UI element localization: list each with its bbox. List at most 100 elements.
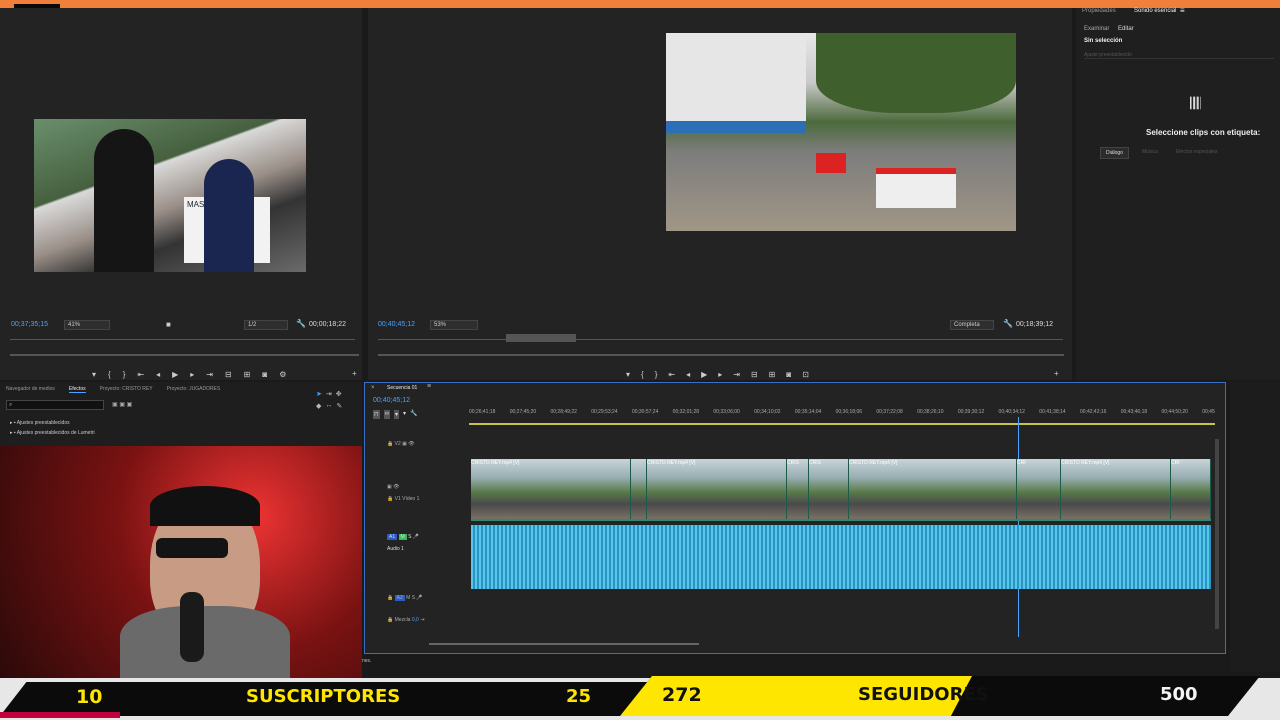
lift-icon[interactable]: ⊟ — [751, 370, 758, 379]
fol-current: 272 — [662, 684, 702, 706]
button-editor-icon[interactable]: ⚙ — [279, 370, 286, 379]
linked-selection-icon[interactable]: ∞ — [383, 410, 390, 419]
ruler-label: 00;43;46;18 — [1120, 409, 1148, 415]
timeline-vscroll[interactable] — [1215, 439, 1219, 629]
source-timecode[interactable]: 00;37;35;15 — [11, 321, 48, 328]
step-back-icon[interactable]: ◂ — [156, 370, 160, 379]
tab-project-jugadores[interactable]: Proyecto: JUGADORES — [167, 386, 221, 393]
program-add-button-icon[interactable]: + — [1054, 369, 1059, 378]
step-forward-icon[interactable]: ▸ — [190, 370, 194, 379]
track-select-icon[interactable]: ⇥ — [326, 390, 332, 398]
extract-icon[interactable]: ⊞ — [769, 370, 776, 379]
mark-in-icon[interactable]: { — [641, 370, 644, 379]
ruler-label: 00;41;38;14 — [1039, 409, 1066, 415]
tab-browse[interactable]: Examinar — [1084, 26, 1109, 32]
ruler-label: 00;27;45;20 — [509, 409, 537, 415]
source-add-button-icon[interactable]: + — [352, 369, 357, 378]
step-forward-icon[interactable]: ▸ — [718, 370, 722, 379]
timeline-timecode[interactable]: 00;40;45;12 — [373, 397, 410, 404]
video-clip[interactable]: CRIS — [787, 459, 809, 519]
insert-icon[interactable]: ⊟ — [225, 370, 232, 379]
mark-in-icon[interactable]: { — [108, 370, 111, 379]
slip-icon[interactable]: ↔ — [325, 402, 332, 410]
step-back-icon[interactable]: ◂ — [686, 370, 690, 379]
ruler-label: 00;33;06;00 — [713, 409, 740, 415]
panel-menu-icon[interactable]: ≡ — [1180, 6, 1185, 15]
source-settings-icon[interactable]: ■ — [166, 320, 171, 329]
go-to-out-icon[interactable]: ⇥ — [206, 370, 213, 379]
tab-effects[interactable]: Efectos — [68, 386, 86, 393]
mark-out-icon[interactable]: } — [655, 370, 658, 379]
video-clip[interactable]: CRISTO REY.mp4 [V] — [647, 459, 787, 519]
razor-icon[interactable]: ◆ — [316, 402, 321, 410]
tab-essential-sound[interactable]: Sonido esencial — [1134, 8, 1176, 14]
comparison-icon[interactable]: ⊡ — [802, 370, 809, 379]
ruler-label: 00;36;18;06 — [835, 409, 863, 415]
play-icon[interactable]: ▶ — [172, 370, 178, 379]
play-icon[interactable]: ▶ — [701, 370, 707, 379]
video-clip[interactable]: CRIS — [809, 459, 849, 519]
video-clip[interactable]: CRI — [1017, 459, 1061, 519]
program-timecode[interactable]: 00;40;45;12 — [378, 321, 415, 328]
overwrite-icon[interactable]: ⊞ — [244, 370, 251, 379]
add-marker-icon[interactable]: ▾ — [393, 410, 399, 419]
go-to-out-icon[interactable]: ⇥ — [733, 370, 740, 379]
audio-track-a1[interactable] — [471, 525, 1211, 589]
ripple-edit-icon[interactable]: ✥ — [336, 390, 342, 398]
selection-tool-icon[interactable]: ➤ — [316, 390, 322, 398]
program-zoom-select[interactable]: 53% — [430, 320, 478, 330]
sequence-tab[interactable]: Secuencia 01 — [387, 385, 417, 391]
marker-icon[interactable]: ▾ — [403, 410, 406, 419]
close-icon[interactable]: × — [371, 385, 375, 391]
new-bin-icon[interactable]: ▣ ▣ ▣ — [112, 401, 132, 408]
preset-field[interactable]: Ajuste preestablecido — [1084, 52, 1274, 59]
ruler-label: 00;37;22;08 — [876, 409, 903, 415]
video-clip[interactable]: CRI — [1171, 459, 1211, 519]
list-item[interactable]: ▸ ▪ Ajustes preestablecidos de Lumetri — [10, 428, 95, 438]
person-right — [204, 159, 254, 272]
tab-edit[interactable]: Editar — [1118, 26, 1134, 32]
source-ruler[interactable] — [10, 339, 355, 345]
track-header-a1: A1 M S 🎤 Audio 1 — [387, 534, 420, 552]
sfx-button[interactable]: Efectos especiales — [1171, 147, 1223, 159]
go-to-in-icon[interactable]: ⇤ — [668, 370, 675, 379]
tab-media-browser[interactable]: Navegador de medios — [6, 386, 55, 393]
go-to-in-icon[interactable]: ⇤ — [137, 370, 144, 379]
dialogue-button[interactable]: Diálogo — [1100, 147, 1129, 159]
no-selection-label: Sin selección — [1084, 38, 1123, 44]
program-scrubber[interactable] — [378, 354, 1064, 356]
program-quality-select[interactable]: Completa — [950, 320, 994, 330]
video-track-v1[interactable]: CRISTO REY.mp4 [V] CRISTO REY.mp4 [V] CR… — [471, 459, 1211, 521]
music-button[interactable]: Música — [1137, 147, 1163, 159]
tab-properties[interactable]: Propiedades — [1082, 8, 1116, 14]
work-area-bar[interactable] — [469, 423, 1215, 425]
export-frame-icon[interactable]: ◙ — [786, 370, 791, 379]
source-scrubber[interactable] — [10, 354, 359, 356]
list-item[interactable]: ▸ ▪ Ajustes preestablecidos — [10, 418, 95, 428]
wrench-icon[interactable]: 🔧 — [1003, 319, 1013, 328]
video-clip[interactable]: CRISTO REY.mp4 [V] — [849, 459, 1017, 519]
tab-project-cristo[interactable]: Proyecto: CRISTO REY — [100, 386, 153, 393]
export-frame-icon[interactable]: ◙ — [262, 370, 267, 379]
add-marker-icon[interactable]: ▾ — [626, 370, 630, 379]
add-marker-icon[interactable]: ▾ — [92, 370, 96, 379]
ruler-label: 00;29;53;24 — [591, 409, 618, 415]
webcam-overlay — [0, 446, 362, 682]
mark-out-icon[interactable]: } — [123, 370, 126, 379]
settings-wrench-icon[interactable]: 🔧 — [410, 410, 417, 419]
program-ruler[interactable] — [378, 339, 1063, 345]
source-resolution-select[interactable]: 1/2 — [244, 320, 288, 330]
video-clip[interactable] — [631, 459, 647, 519]
snap-icon[interactable]: ⊓ — [373, 410, 380, 419]
ruler-label: 00;38;26;10 — [917, 409, 944, 415]
source-zoom-select[interactable]: 41% — [64, 320, 110, 330]
timeline-hscroll[interactable] — [429, 643, 699, 645]
track-header-mix: 🔒 Mezcla 0,0 ⇥ — [387, 617, 425, 623]
person-left — [94, 129, 154, 272]
video-clip[interactable]: CRISTO REY.mp4 [V] — [1061, 459, 1171, 519]
pen-icon[interactable]: ✎ — [336, 402, 342, 410]
sequence-menu-icon[interactable]: ≡ — [427, 383, 431, 390]
effects-search-input[interactable]: ⌕ — [6, 400, 104, 410]
wrench-icon[interactable]: 🔧 — [296, 319, 306, 328]
video-clip[interactable]: CRISTO REY.mp4 [V] — [471, 459, 631, 519]
